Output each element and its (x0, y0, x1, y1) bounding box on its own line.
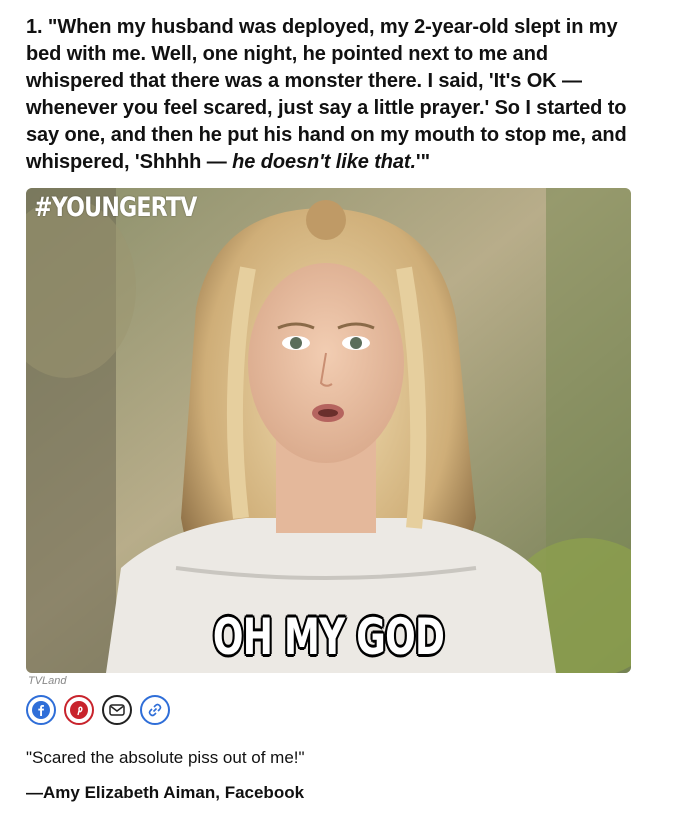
quote-text: "Scared the absolute piss out of me!" (26, 748, 305, 767)
item-text-end: '" (415, 151, 430, 173)
share-email-button[interactable] (102, 695, 132, 725)
post-item: 1. "When my husband was deployed, my 2-y… (26, 0, 634, 176)
item-text-italic: he doesn't like that. (232, 151, 416, 173)
item-text-main: 1. "When my husband was deployed, my 2-y… (26, 16, 627, 173)
share-bar (26, 695, 170, 729)
gif-hashtag: #YOUNGERTV (34, 192, 197, 223)
gif-image[interactable]: #YOUNGERTV OH MY GOD (26, 188, 631, 673)
gif-scene (26, 188, 631, 673)
share-link-button[interactable] (140, 695, 170, 725)
facebook-icon (32, 701, 50, 719)
pinterest-icon (70, 701, 88, 719)
share-pinterest-button[interactable] (64, 695, 94, 725)
quote-attribution: —Amy Elizabeth Aiman, Facebook (26, 783, 305, 802)
link-icon (148, 703, 162, 717)
gif-caption: OH MY GOD (212, 608, 445, 666)
item-text: 1. "When my husband was deployed, my 2-y… (26, 14, 634, 176)
email-icon (109, 704, 125, 716)
share-facebook-button[interactable] (26, 695, 56, 725)
image-credit: TVLand (28, 675, 67, 687)
